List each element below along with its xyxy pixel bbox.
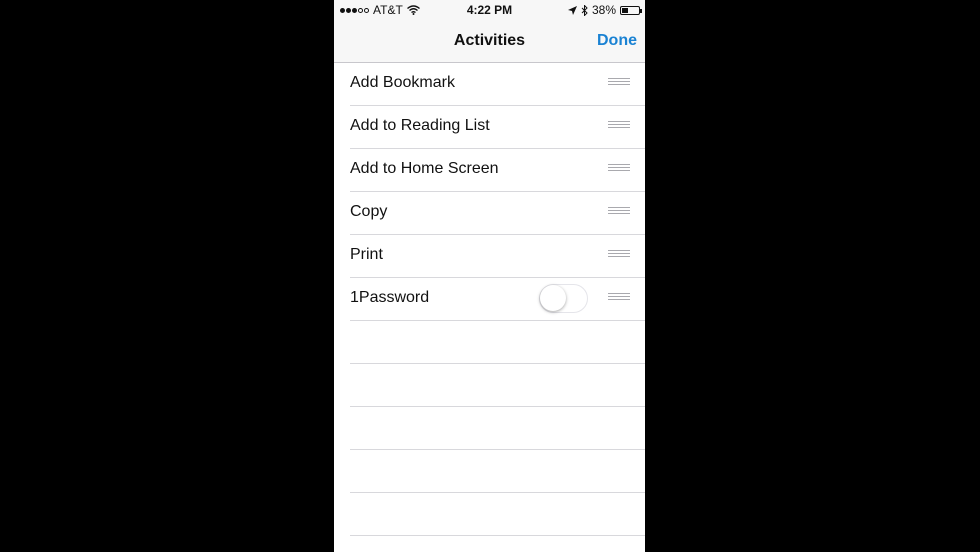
location-arrow-icon bbox=[567, 5, 577, 15]
activity-label: Add to Home Screen bbox=[350, 160, 499, 177]
reorder-grip-icon[interactable] bbox=[608, 121, 630, 131]
reorder-grip-icon[interactable] bbox=[608, 164, 630, 174]
activity-row: Print bbox=[350, 235, 645, 278]
status-right: 38% bbox=[567, 3, 642, 17]
reorder-grip-icon[interactable] bbox=[608, 207, 630, 217]
onepassword-toggle[interactable] bbox=[539, 284, 588, 313]
activity-label: Copy bbox=[350, 203, 388, 220]
activity-row: Add to Home Screen bbox=[350, 149, 645, 192]
bluetooth-icon bbox=[581, 4, 588, 16]
reorder-grip-icon[interactable] bbox=[608, 293, 630, 303]
empty-row bbox=[350, 450, 645, 493]
activity-label: Print bbox=[350, 246, 383, 263]
activities-list: Add Bookmark Add to Reading List Add to … bbox=[334, 63, 645, 536]
reorder-grip-icon[interactable] bbox=[608, 78, 630, 88]
activity-label: 1Password bbox=[350, 289, 430, 306]
activity-row: Add Bookmark bbox=[350, 63, 645, 106]
empty-row bbox=[350, 364, 645, 407]
activity-row: Copy bbox=[350, 192, 645, 235]
battery-icon bbox=[620, 5, 642, 15]
activity-label: Add to Reading List bbox=[350, 117, 490, 134]
empty-row bbox=[350, 321, 645, 364]
done-button[interactable]: Done bbox=[597, 32, 637, 50]
status-bar: AT&T 4:22 PM 38% bbox=[334, 0, 645, 20]
toggle-knob bbox=[540, 285, 566, 311]
navigation-bar: Activities Done bbox=[334, 20, 645, 63]
phone-screen: AT&T 4:22 PM 38% Activities Done Add Boo… bbox=[334, 0, 645, 552]
battery-percent: 38% bbox=[591, 3, 616, 17]
empty-row bbox=[350, 407, 645, 450]
reorder-grip-icon[interactable] bbox=[608, 250, 630, 260]
empty-row bbox=[350, 493, 645, 536]
activity-row: Add to Reading List bbox=[350, 106, 645, 149]
activity-label: Add Bookmark bbox=[350, 74, 455, 91]
activity-row: 1Password bbox=[350, 278, 645, 321]
